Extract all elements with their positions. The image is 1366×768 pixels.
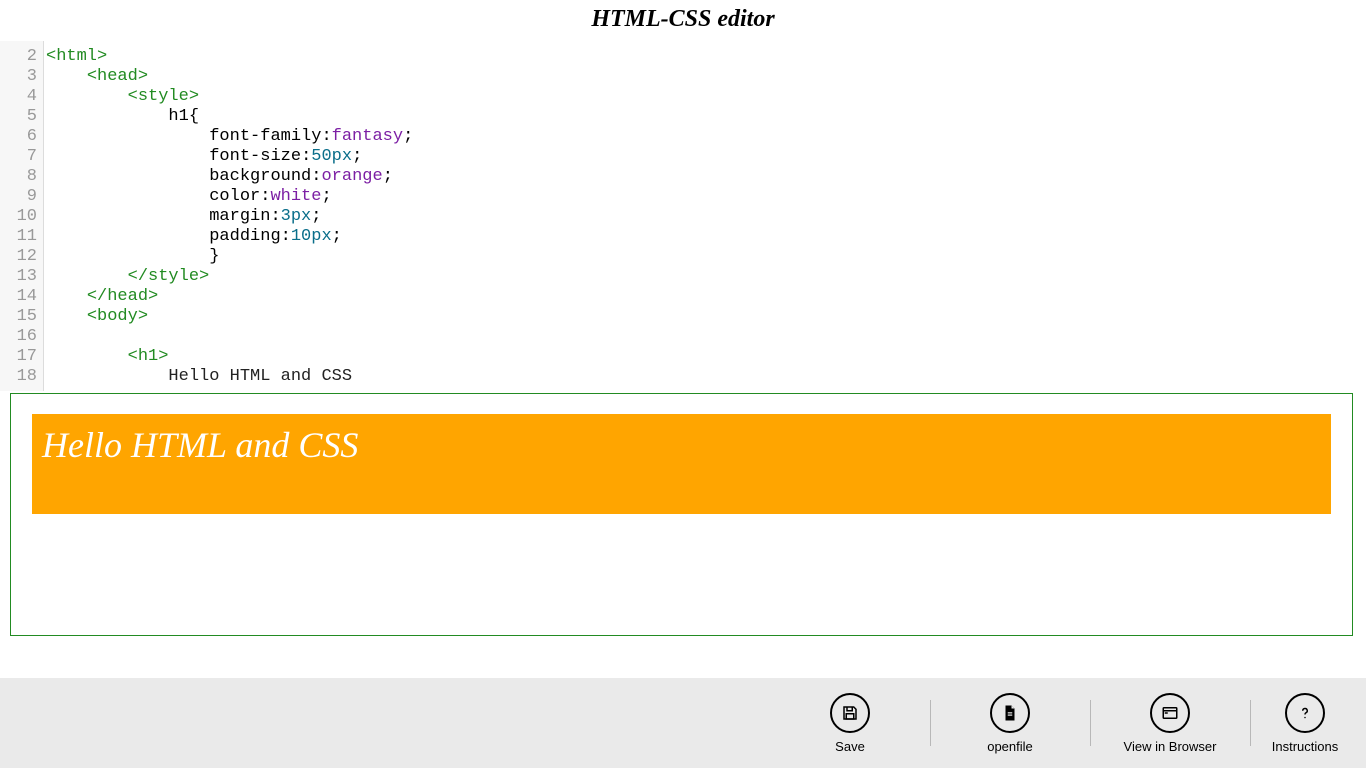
line-number: 6	[0, 127, 43, 147]
view-in-browser-button[interactable]: View in Browser	[1090, 678, 1250, 768]
line-number: 5	[0, 107, 43, 127]
open-file-button[interactable]: openfile	[930, 678, 1090, 768]
save-button[interactable]: Save	[770, 678, 930, 768]
save-label: Save	[835, 739, 865, 754]
line-number: 8	[0, 167, 43, 187]
line-number-gutter: 23456789101112131415161718	[0, 41, 44, 391]
open-file-label: openfile	[987, 739, 1033, 754]
code-editor[interactable]: 23456789101112131415161718 <html> <head>…	[0, 41, 1366, 391]
line-number: 2	[0, 47, 43, 67]
preview-heading: Hello HTML and CSS	[32, 414, 1331, 514]
instructions-button[interactable]: Instructions	[1250, 678, 1360, 768]
live-preview: Hello HTML and CSS	[10, 393, 1353, 636]
command-bar: Save openfile View in Browser Instructio…	[0, 678, 1366, 768]
line-number: 17	[0, 347, 43, 367]
line-number: 18	[0, 367, 43, 387]
line-number: 7	[0, 147, 43, 167]
line-number: 3	[0, 67, 43, 87]
line-number: 15	[0, 307, 43, 327]
line-number: 14	[0, 287, 43, 307]
line-number: 12	[0, 247, 43, 267]
app-title: HTML-CSS editor	[0, 0, 1366, 41]
help-icon	[1285, 693, 1325, 733]
line-number: 9	[0, 187, 43, 207]
line-number: 4	[0, 87, 43, 107]
line-number: 16	[0, 327, 43, 347]
line-number: 13	[0, 267, 43, 287]
line-number: 10	[0, 207, 43, 227]
instructions-label: Instructions	[1272, 739, 1338, 754]
file-icon	[990, 693, 1030, 733]
line-number: 11	[0, 227, 43, 247]
browser-icon	[1150, 693, 1190, 733]
code-content[interactable]: <html> <head> <style> h1{ font-family:fa…	[44, 41, 1366, 391]
view-in-browser-label: View in Browser	[1124, 739, 1217, 754]
save-icon	[830, 693, 870, 733]
